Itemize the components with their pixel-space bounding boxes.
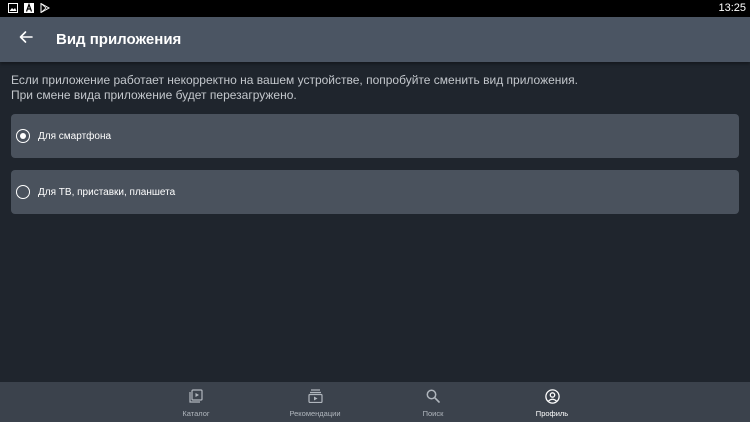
- option-smartphone[interactable]: Для смартфона: [11, 114, 739, 158]
- option-tv-tablet[interactable]: Для ТВ, приставки, планшета: [11, 170, 739, 214]
- radio-button-selected[interactable]: [16, 129, 30, 143]
- description-line-1: Если приложение работает некорректно на …: [11, 73, 578, 87]
- recommendations-icon: [307, 388, 323, 404]
- arrow-left-icon: [19, 30, 33, 49]
- option-label: Для ТВ, приставки, планшета: [38, 186, 176, 198]
- back-button[interactable]: [11, 25, 41, 55]
- radio-dot: [20, 133, 26, 139]
- a-icon: [24, 0, 34, 18]
- description-line-2: При смене вида приложение будет перезагр…: [11, 88, 297, 102]
- bottom-nav: Каталог Рекомендации Поиск Профиль: [0, 382, 750, 422]
- status-icons: [0, 0, 51, 18]
- nav-item-catalog[interactable]: Каталог: [151, 382, 241, 422]
- status-bar: 13:25: [0, 0, 750, 17]
- nav-label: Каталог: [182, 409, 210, 418]
- profile-icon: [544, 388, 560, 404]
- page-title: Вид приложения: [56, 31, 182, 48]
- nav-item-profile[interactable]: Профиль: [507, 382, 597, 422]
- nav-label: Рекомендации: [289, 409, 341, 418]
- status-time: 13:25: [718, 2, 746, 14]
- search-icon: [426, 388, 440, 404]
- app-bar: Вид приложения: [0, 17, 750, 62]
- app-screen: 13:25 Вид приложения Если приложение раб…: [0, 0, 750, 422]
- nav-label: Профиль: [535, 409, 569, 418]
- play-store-icon: [40, 0, 51, 18]
- radio-button[interactable]: [16, 185, 30, 199]
- nav-label: Поиск: [422, 409, 444, 418]
- nav-item-recommendations[interactable]: Рекомендации: [270, 382, 360, 422]
- nav-item-search[interactable]: Поиск: [388, 382, 478, 422]
- description: Если приложение работает некорректно на …: [11, 73, 731, 103]
- catalog-icon: [189, 388, 203, 404]
- image-icon: [8, 0, 18, 18]
- option-label: Для смартфона: [38, 130, 112, 142]
